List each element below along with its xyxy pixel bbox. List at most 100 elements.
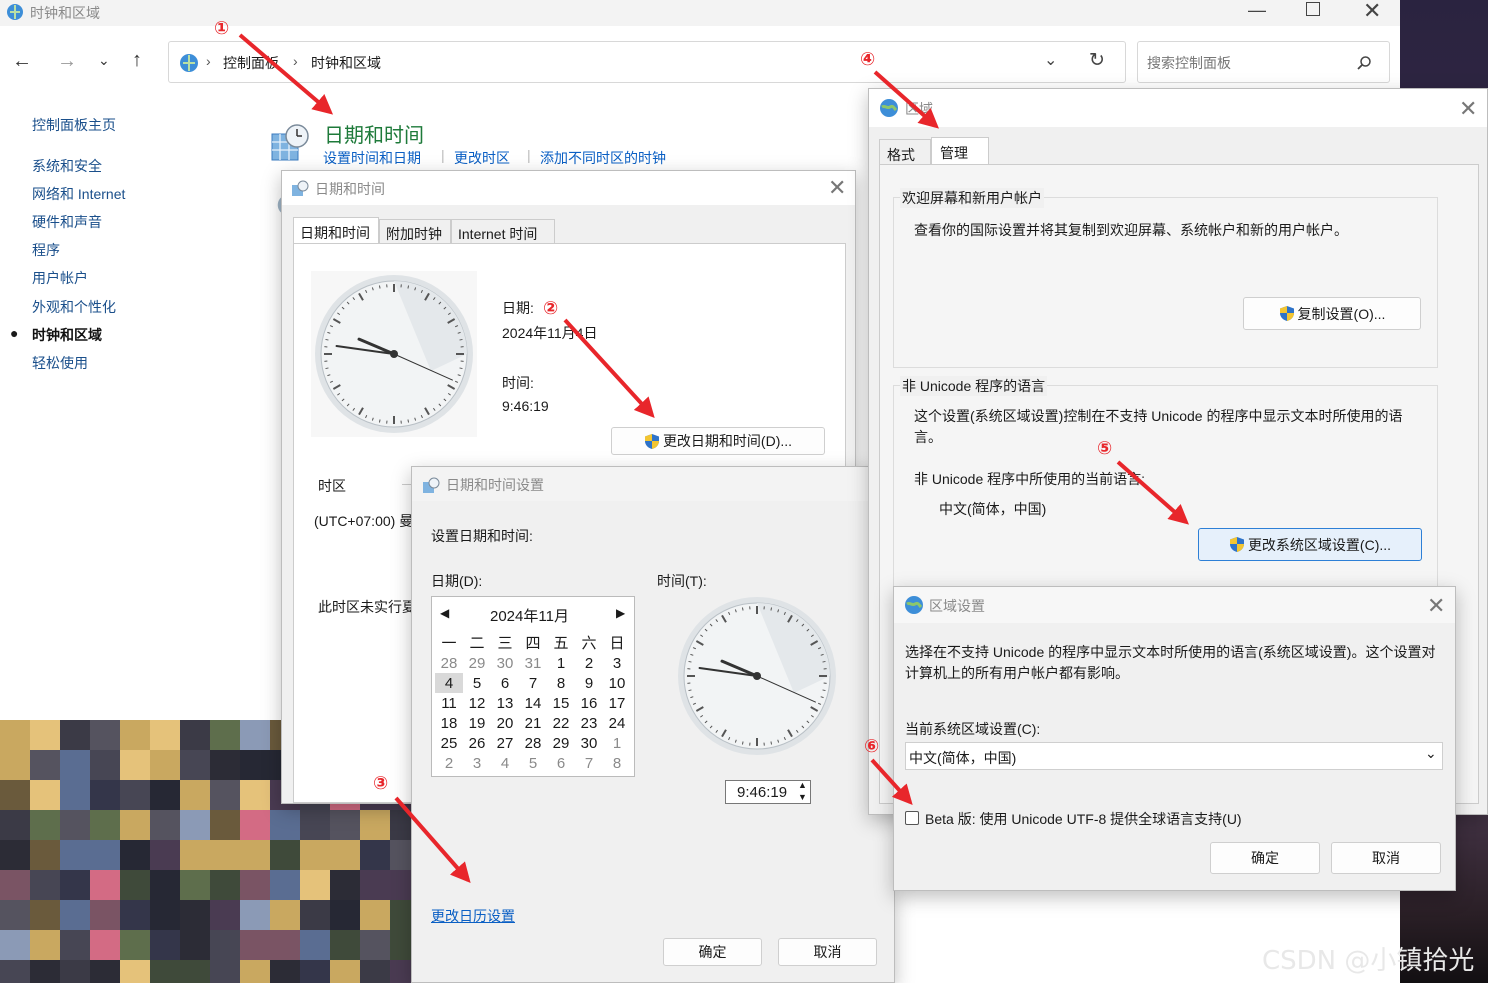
calendar[interactable]: ◀ 2024年11月 ▶ 一二三四五六日 28 29 30 31 1 2 3 4 5 6 7 8 9 10 1… xyxy=(431,596,635,777)
tab-administrative[interactable]: 管理 xyxy=(931,137,989,165)
calendar-day[interactable]: 1 xyxy=(547,653,575,673)
calendar-settings-link[interactable]: 更改日历设置 xyxy=(431,906,515,926)
calendar-day[interactable]: 29 xyxy=(547,733,575,753)
time-spinner[interactable]: 9:46:19 ▲ ▼ xyxy=(725,780,811,804)
calendar-day[interactable]: 28 xyxy=(435,653,463,673)
search-input[interactable]: 搜索控制面板 xyxy=(1147,53,1231,73)
calendar-day[interactable]: 9 xyxy=(575,673,603,693)
beta-utf8-label[interactable]: Beta 版: 使用 Unicode UTF-8 提供全球语言支持(U) xyxy=(925,809,1242,829)
prev-month-button[interactable]: ◀ xyxy=(440,606,449,620)
calendar-day[interactable]: 20 xyxy=(491,713,519,733)
ok-button[interactable]: 确定 xyxy=(663,938,762,966)
calendar-day[interactable]: 21 xyxy=(519,713,547,733)
calendar-day[interactable]: 5 xyxy=(463,673,491,693)
datetime-category-icon xyxy=(271,124,309,161)
calendar-day[interactable]: 31 xyxy=(519,653,547,673)
tab-formats[interactable]: 格式 xyxy=(879,139,931,165)
calendar-day[interactable]: 15 xyxy=(547,693,575,713)
calendar-day[interactable]: 25 xyxy=(435,733,463,753)
calendar-day[interactable]: 28 xyxy=(519,733,547,753)
calendar-day[interactable]: 13 xyxy=(491,693,519,713)
cancel-button[interactable]: 取消 xyxy=(778,938,877,966)
calendar-day[interactable]: 4 xyxy=(491,753,519,773)
calendar-day[interactable]: 3 xyxy=(463,753,491,773)
search-icon[interactable] xyxy=(1356,55,1372,71)
copy-settings-button[interactable]: 复制设置(O)... xyxy=(1243,297,1421,330)
close-icon[interactable]: ✕ xyxy=(1459,98,1477,120)
locale-select[interactable]: 中文(简体，中国) ⌄ xyxy=(905,742,1443,770)
sidebar-item[interactable]: 系统和安全 xyxy=(32,156,102,176)
calendar-day[interactable]: 4 xyxy=(435,673,463,693)
cancel-button[interactable]: 取消 xyxy=(1331,842,1441,874)
calendar-month[interactable]: 2024年11月 xyxy=(490,605,569,626)
history-dropdown-button[interactable]: ⌄ xyxy=(98,52,110,69)
address-bar[interactable]: › 控制面板 › 时钟和区域 ⌄ ↻ xyxy=(168,41,1126,83)
calendar-day[interactable]: 8 xyxy=(547,673,575,693)
change-datetime-button[interactable]: 更改日期和时间(D)... xyxy=(611,427,825,455)
calendar-day[interactable]: 23 xyxy=(575,713,603,733)
sidebar-item[interactable]: 硬件和声音 xyxy=(32,212,102,232)
change-system-locale-button[interactable]: 更改系统区域设置(C)... xyxy=(1198,528,1422,561)
calendar-day[interactable]: 29 xyxy=(463,653,491,673)
calendar-day[interactable]: 8 xyxy=(603,753,631,773)
calendar-day[interactable]: 19 xyxy=(463,713,491,733)
calendar-day[interactable]: 7 xyxy=(519,673,547,693)
calendar-day[interactable]: 6 xyxy=(547,753,575,773)
tab-additional-clocks[interactable]: 附加时钟 xyxy=(379,219,451,244)
calendar-day[interactable]: 12 xyxy=(463,693,491,713)
search-box[interactable]: 搜索控制面板 xyxy=(1137,41,1390,83)
tab-internet-time[interactable]: Internet 时间 xyxy=(451,219,555,244)
chevron-down-icon[interactable]: ⌄ xyxy=(1044,50,1057,70)
section-title[interactable]: 日期和时间 xyxy=(324,119,424,148)
sidebar-item[interactable]: 时钟和区域 xyxy=(32,325,102,345)
calendar-day[interactable]: 14 xyxy=(519,693,547,713)
sidebar-home-link[interactable]: 控制面板主页 xyxy=(32,115,116,135)
close-icon[interactable]: ✕ xyxy=(1427,595,1445,617)
time-input[interactable]: 9:46:19 xyxy=(737,784,787,801)
calendar-day[interactable]: 27 xyxy=(491,733,519,753)
forward-button[interactable]: → xyxy=(57,50,77,73)
calendar-day[interactable]: 26 xyxy=(463,733,491,753)
sidebar-item[interactable]: 网络和 Internet xyxy=(32,184,125,204)
add-clocks-link[interactable]: 添加不同时区的时钟 xyxy=(540,148,666,168)
ok-button[interactable]: 确定 xyxy=(1210,842,1320,874)
close-icon[interactable]: ✕ xyxy=(828,177,846,199)
change-timezone-link[interactable]: 更改时区 xyxy=(454,148,510,168)
calendar-day[interactable]: 7 xyxy=(575,753,603,773)
current-language-label: 非 Unicode 程序中所使用的当前语言: xyxy=(914,471,1146,487)
sidebar-item[interactable]: 程序 xyxy=(32,240,60,260)
up-button[interactable]: ↑ xyxy=(132,49,142,72)
calendar-day[interactable]: 2 xyxy=(435,753,463,773)
calendar-day[interactable]: 6 xyxy=(491,673,519,693)
next-month-button[interactable]: ▶ xyxy=(616,606,625,620)
calendar-day[interactable]: 1 xyxy=(603,733,631,753)
calendar-day[interactable]: 2 xyxy=(575,653,603,673)
sidebar-item[interactable]: 轻松使用 xyxy=(32,353,88,373)
spin-up-icon[interactable]: ▲ xyxy=(798,780,807,790)
calendar-day[interactable]: 11 xyxy=(435,693,463,713)
calendar-day[interactable]: 30 xyxy=(491,653,519,673)
set-time-date-link[interactable]: 设置时间和日期 xyxy=(323,148,421,168)
calendar-day[interactable]: 10 xyxy=(603,673,631,693)
back-button[interactable]: ← xyxy=(12,50,32,73)
calendar-day[interactable]: 16 xyxy=(575,693,603,713)
spin-down-icon[interactable]: ▼ xyxy=(798,792,807,802)
maximize-button[interactable] xyxy=(1306,2,1320,16)
calendar-day[interactable]: 17 xyxy=(603,693,631,713)
beta-utf8-checkbox[interactable] xyxy=(905,811,919,825)
breadcrumb-item[interactable]: 控制面板 xyxy=(223,53,279,73)
calendar-day[interactable]: 18 xyxy=(435,713,463,733)
sidebar-item[interactable]: 外观和个性化 xyxy=(32,297,116,317)
clock-tick xyxy=(770,607,773,611)
refresh-icon[interactable]: ↻ xyxy=(1089,49,1105,72)
calendar-day[interactable]: 5 xyxy=(519,753,547,773)
calendar-day[interactable]: 24 xyxy=(603,713,631,733)
minimize-button[interactable]: — xyxy=(1248,0,1266,21)
sidebar-item[interactable]: 用户帐户 xyxy=(32,268,88,288)
calendar-day[interactable]: 22 xyxy=(547,713,575,733)
calendar-day[interactable]: 3 xyxy=(603,653,631,673)
calendar-day[interactable]: 30 xyxy=(575,733,603,753)
breadcrumb-item[interactable]: 时钟和区域 xyxy=(311,53,381,73)
tab-datetime[interactable]: 日期和时间 xyxy=(293,217,379,244)
close-window-button[interactable]: ✕ xyxy=(1363,0,1381,24)
